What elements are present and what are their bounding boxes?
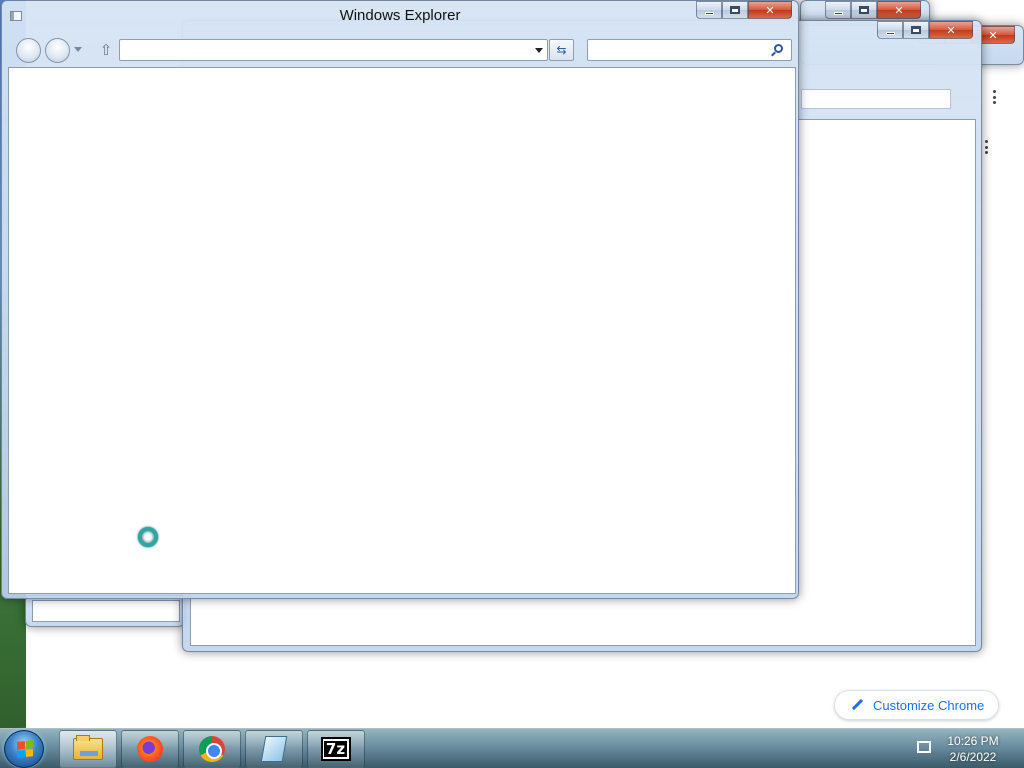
taskbar-item-7-zip[interactable]: 7z [307,730,365,768]
taskbar-item-windows-explorer[interactable] [59,730,117,768]
close-icon: ✕ [765,3,775,17]
taskbar-item-notepad[interactable] [245,730,303,768]
window-title: Windows Explorer [339,7,461,24]
maximize-button[interactable] [722,1,748,19]
close-button[interactable]: ✕ [877,1,921,19]
close-button[interactable]: ✕ [748,1,792,19]
up-arrow-icon[interactable]: ⇧ [97,41,115,59]
system-clock[interactable]: 10:26 PM 2/6/2022 [940,733,1006,765]
customize-chrome-button[interactable]: Customize Chrome [834,690,999,720]
7zip-label: 7z [323,740,348,758]
close-icon: ✕ [894,3,904,17]
7zip-icon: 7z [321,737,351,761]
search-icon[interactable] [774,44,783,53]
refresh-button[interactable]: ⇆ [549,39,574,61]
start-button[interactable] [4,730,44,768]
clock-time: 10:26 PM [947,734,999,748]
taskbar-item-chrome[interactable] [183,730,241,768]
taskbar-item-firefox[interactable] [121,730,179,768]
pencil-icon [851,699,863,711]
maximize-button[interactable] [903,21,929,39]
content-pane [8,67,796,594]
search-input[interactable] [587,39,792,61]
chrome-icon [199,736,225,762]
clock-date: 2/6/2022 [949,750,997,764]
close-icon: ✕ [946,23,956,37]
close-icon: ✕ [988,28,998,42]
minimize-button[interactable] [877,21,903,39]
maximize-button[interactable] [851,1,877,19]
maximize-icon [859,6,869,14]
busy-cursor-icon [138,527,158,547]
forward-button[interactable] [45,38,70,63]
maximize-icon [730,6,740,14]
back-button[interactable] [16,38,41,63]
notepad-icon [260,736,288,762]
minimize-icon [704,11,714,15]
chevron-down-icon[interactable] [535,48,543,53]
windows-explorer-window: Windows Explorer ✕ ⇧ ⇆ [1,0,799,599]
minimize-button[interactable] [696,1,722,19]
kebab-menu-icon[interactable] [982,140,990,154]
minimize-button[interactable] [825,1,851,19]
search-input[interactable] [801,89,951,109]
taskbar: 7z 10:26 PM 2/6/2022 [0,728,1024,768]
background-window-3 [25,595,185,627]
firefox-icon [137,736,163,762]
address-bar[interactable] [119,39,548,61]
chrome-menu-icon[interactable] [990,90,998,104]
minimize-icon [885,31,895,35]
refresh-icon: ⇆ [556,43,567,57]
maximize-icon [911,26,921,34]
folder-icon [73,735,103,760]
network-icon[interactable] [916,740,932,756]
customize-chrome-label: Customize Chrome [873,697,985,713]
recent-pages-dropdown-icon[interactable] [74,47,82,52]
windows-logo-icon [17,740,33,758]
close-button[interactable]: ✕ [929,21,973,39]
minimize-icon [833,11,843,15]
